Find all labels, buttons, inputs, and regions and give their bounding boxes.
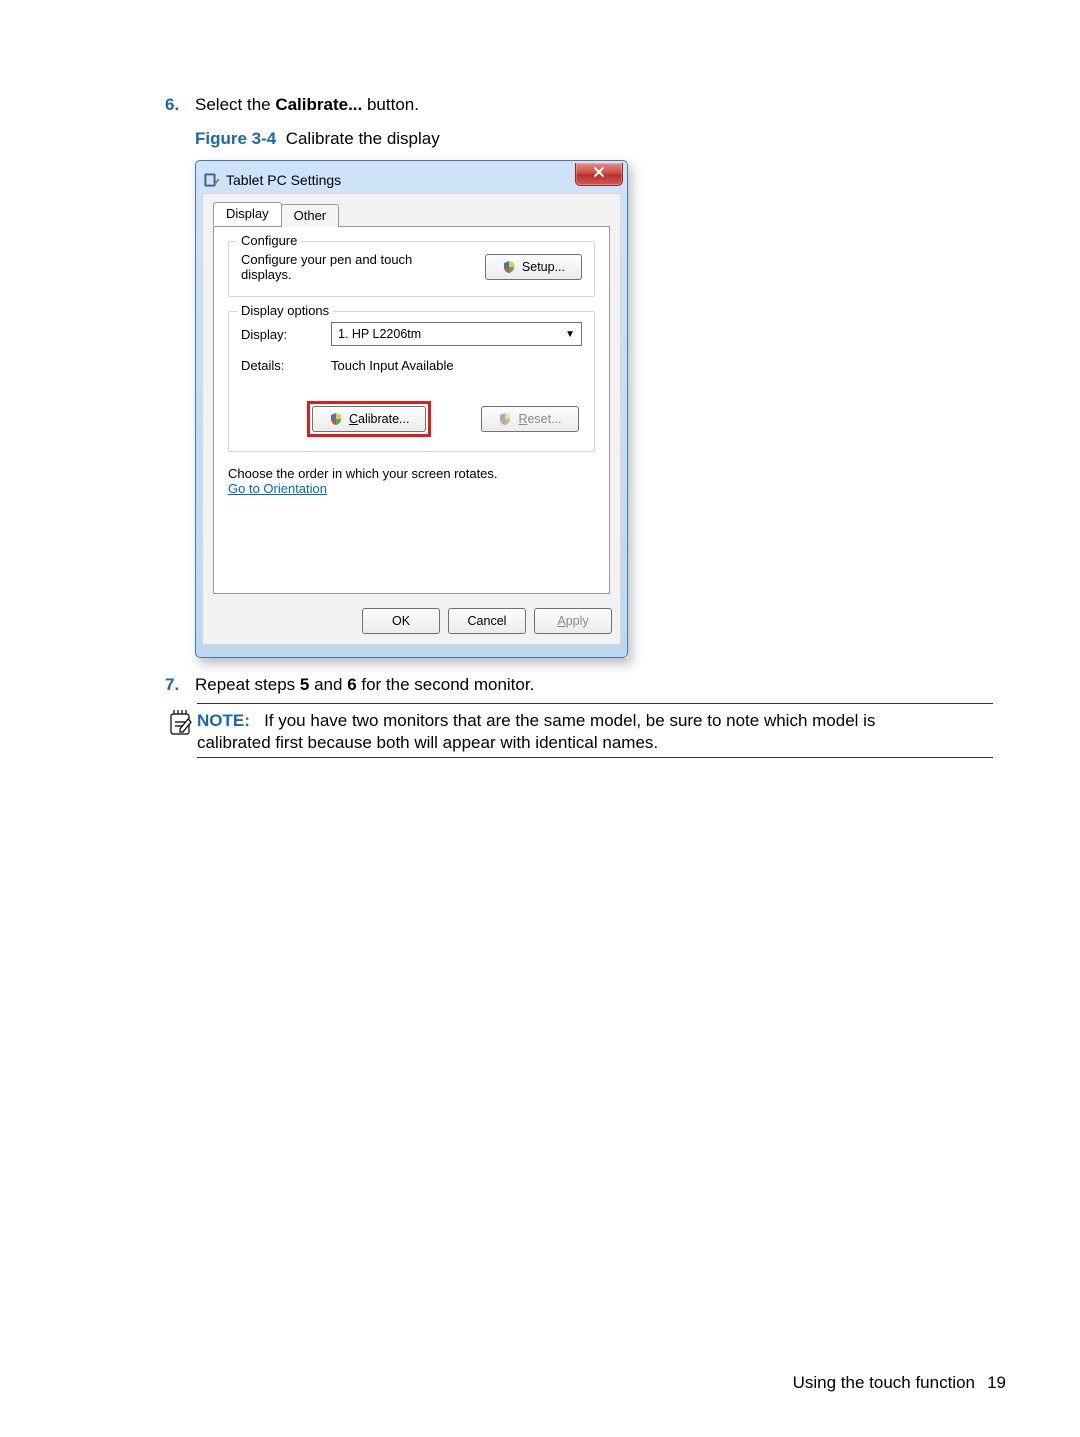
step7-text: Repeat steps 5 and 6 for the second moni… xyxy=(195,674,534,696)
shield-icon xyxy=(329,412,343,426)
display-label: Display: xyxy=(241,327,321,342)
tablet-pc-settings-dialog: Tablet PC Settings Display Other Configu… xyxy=(195,160,628,658)
shield-icon xyxy=(498,412,512,426)
display-combo[interactable]: 1. HP L2206tm ▼ xyxy=(331,322,582,346)
display-combo-value: 1. HP L2206tm xyxy=(338,327,421,341)
note-rule-top xyxy=(197,703,993,704)
note-icon xyxy=(168,708,194,736)
calibrate-highlight: Calibrate... xyxy=(307,401,431,437)
step6-text: Select the Calibrate... button. xyxy=(195,94,419,116)
rotate-order-text: Choose the order in which your screen ro… xyxy=(228,466,595,481)
footer-page-number: 19 xyxy=(987,1373,1006,1393)
tab-other[interactable]: Other xyxy=(281,204,340,227)
tab-display[interactable]: Display xyxy=(213,202,282,225)
ok-button[interactable]: OK xyxy=(362,608,440,634)
apply-button[interactable]: Apply xyxy=(534,608,612,634)
calibrate-button-label: Calibrate... xyxy=(349,412,409,426)
note-text-line1: NOTE: If you have two monitors that are … xyxy=(197,710,993,732)
close-button[interactable] xyxy=(575,163,623,186)
shield-icon xyxy=(502,260,516,274)
chevron-down-icon: ▼ xyxy=(565,329,575,340)
details-value: Touch Input Available xyxy=(331,358,454,373)
reset-button[interactable]: Reset... xyxy=(481,406,578,432)
step6-number: 6. xyxy=(165,95,179,114)
details-label: Details: xyxy=(241,358,321,373)
note-text-line2: calibrated first because both will appea… xyxy=(197,732,993,754)
footer-section-title: Using the touch function xyxy=(793,1373,975,1393)
tab-page-display: Configure Configure your pen and touch d… xyxy=(213,226,610,594)
figure-caption: Figure 3-4 Calibrate the display xyxy=(195,128,440,150)
tablet-pc-icon xyxy=(204,172,220,188)
configure-text: Configure your pen and touch displays. xyxy=(241,252,451,282)
note-rule-bottom xyxy=(197,757,993,758)
cancel-button[interactable]: Cancel xyxy=(448,608,526,634)
display-options-group: Display options Display: 1. HP L2206tm ▼… xyxy=(228,311,595,452)
close-icon xyxy=(593,165,605,183)
reset-button-label: Reset... xyxy=(518,412,561,426)
setup-button-label: Setup... xyxy=(522,260,565,274)
step7-number: 7. xyxy=(165,675,179,694)
apply-button-label: Apply xyxy=(557,614,588,628)
configure-legend: Configure xyxy=(237,233,301,248)
display-options-legend: Display options xyxy=(237,303,333,318)
dialog-title: Tablet PC Settings xyxy=(226,172,341,188)
orientation-link[interactable]: Go to Orientation xyxy=(228,481,327,496)
setup-button[interactable]: Setup... xyxy=(485,254,582,280)
calibrate-button[interactable]: Calibrate... xyxy=(312,406,426,432)
configure-group: Configure Configure your pen and touch d… xyxy=(228,241,595,297)
